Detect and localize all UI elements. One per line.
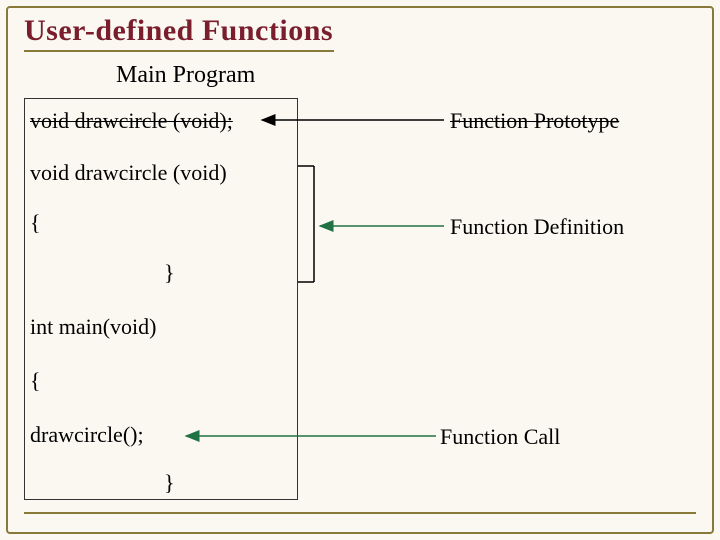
label-prototype: Function Prototype [450,108,619,134]
code-def-close-brace: } [164,260,175,286]
code-main-close-brace: } [164,470,175,496]
footer-divider [24,512,696,514]
subtitle: Main Program [116,62,255,89]
title-underline [24,50,334,52]
code-prototype-line: void drawcircle (void); [30,108,233,134]
label-definition: Function Definition [450,214,624,240]
code-main-open-brace: { [30,368,41,394]
code-call-line: drawcircle(); [30,422,144,448]
label-call: Function Call [440,424,560,450]
code-def-header: void drawcircle (void) [30,160,227,186]
slide-title: User-defined Functions [24,14,333,48]
code-main-header: int main(void) [30,314,156,340]
code-def-open-brace: { [30,210,41,236]
